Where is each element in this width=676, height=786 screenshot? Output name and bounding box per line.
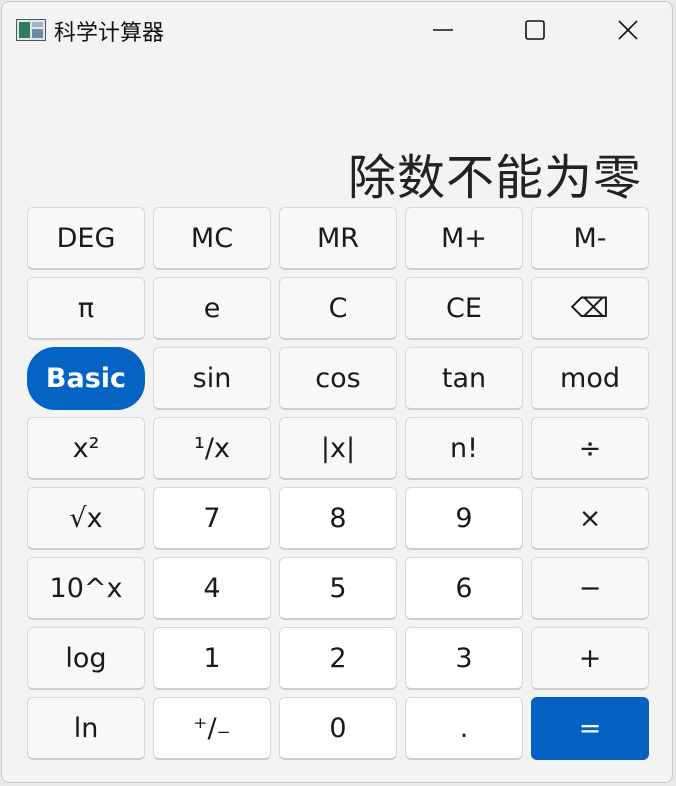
- digit-9-label: 9: [455, 502, 473, 534]
- digit-1-button[interactable]: 1: [153, 627, 271, 690]
- factorial-label: n!: [450, 432, 478, 464]
- subtract-button[interactable]: −: [531, 557, 649, 620]
- digit-0-label: 0: [329, 712, 347, 744]
- log-button[interactable]: log: [27, 627, 145, 690]
- digit-4-label: 4: [203, 572, 221, 604]
- close-icon: [618, 20, 638, 40]
- digit-8-label: 8: [329, 502, 347, 534]
- digit-8-button[interactable]: 8: [279, 487, 397, 550]
- digit-6-button[interactable]: 6: [405, 557, 523, 620]
- clear-label: C: [328, 292, 348, 324]
- digit-7-label: 7: [203, 502, 221, 534]
- negate-button[interactable]: ⁺/₋: [153, 697, 271, 760]
- negate-label: ⁺/₋: [193, 712, 231, 744]
- sqrt-button[interactable]: √x: [27, 487, 145, 550]
- deg-label: DEG: [56, 222, 116, 254]
- digit-3-label: 3: [455, 642, 473, 674]
- digit-6-label: 6: [455, 572, 473, 604]
- digit-4-button[interactable]: 4: [153, 557, 271, 620]
- backspace-button[interactable]: ⌫: [531, 277, 649, 340]
- log-label: log: [65, 642, 107, 674]
- mr-button[interactable]: MR: [279, 207, 397, 270]
- digit-2-button[interactable]: 2: [279, 627, 397, 690]
- square-button[interactable]: x²: [27, 417, 145, 480]
- calculator-window: 科学计算器 除数不能为零 DEG MC MR M+ M-π e C CE ⌫ Basic sin co…: [1, 1, 673, 783]
- mc-button[interactable]: MC: [153, 207, 271, 270]
- maximize-button[interactable]: [512, 10, 558, 50]
- ln-label: ln: [73, 712, 99, 744]
- calculator-app-icon: [16, 19, 46, 41]
- cos-label: cos: [315, 362, 361, 394]
- sqrt-label: √x: [69, 502, 103, 534]
- digit-5-label: 5: [329, 572, 347, 604]
- abs-button[interactable]: |x|: [279, 417, 397, 480]
- reciprocal-label: ¹/x: [194, 432, 230, 464]
- digit-9-button[interactable]: 9: [405, 487, 523, 550]
- reciprocal-button[interactable]: ¹/x: [153, 417, 271, 480]
- clear-entry-button[interactable]: CE: [405, 277, 523, 340]
- digit-3-button[interactable]: 3: [405, 627, 523, 690]
- divide-label: ÷: [578, 432, 602, 464]
- equals-button[interactable]: =: [531, 697, 649, 760]
- m-minus-button[interactable]: M-: [531, 207, 649, 270]
- sin-button[interactable]: sin: [153, 347, 271, 410]
- backspace-label: ⌫: [570, 292, 610, 324]
- digit-7-button[interactable]: 7: [153, 487, 271, 550]
- pi-button[interactable]: π: [27, 277, 145, 340]
- minimize-icon: [433, 29, 453, 31]
- digit-1-label: 1: [203, 642, 221, 674]
- basic-mode-button[interactable]: Basic: [27, 347, 145, 410]
- mod-button[interactable]: mod: [531, 347, 649, 410]
- ln-button[interactable]: ln: [27, 697, 145, 760]
- title-bar[interactable]: 科学计算器: [2, 2, 672, 58]
- close-button[interactable]: [605, 10, 651, 50]
- mc-label: MC: [190, 222, 234, 254]
- abs-label: |x|: [320, 432, 356, 464]
- clear-entry-label: CE: [446, 292, 482, 324]
- pi-label: π: [77, 292, 95, 324]
- e-button[interactable]: e: [153, 277, 271, 340]
- tan-label: tan: [441, 362, 487, 394]
- sin-label: sin: [192, 362, 232, 394]
- basic-mode-label: Basic: [45, 363, 127, 394]
- digit-2-label: 2: [329, 642, 347, 674]
- decimal-label: .: [459, 712, 469, 744]
- equals-label: =: [578, 713, 602, 744]
- window-title: 科学计算器: [54, 21, 165, 46]
- pow10-button[interactable]: 10^x: [27, 557, 145, 620]
- digit-5-button[interactable]: 5: [279, 557, 397, 620]
- m-plus-button[interactable]: M+: [405, 207, 523, 270]
- clear-button[interactable]: C: [279, 277, 397, 340]
- tan-button[interactable]: tan: [405, 347, 523, 410]
- mod-label: mod: [560, 362, 620, 394]
- factorial-button[interactable]: n!: [405, 417, 523, 480]
- digit-0-button[interactable]: 0: [279, 697, 397, 760]
- m-plus-label: M+: [441, 222, 487, 254]
- divide-button[interactable]: ÷: [531, 417, 649, 480]
- decimal-button[interactable]: .: [405, 697, 523, 760]
- multiply-label: ×: [578, 502, 602, 534]
- pow10-label: 10^x: [49, 572, 123, 604]
- multiply-button[interactable]: ×: [531, 487, 649, 550]
- square-label: x²: [72, 432, 100, 464]
- maximize-icon: [525, 20, 545, 40]
- cos-button[interactable]: cos: [279, 347, 397, 410]
- result-display: 除数不能为零: [347, 150, 642, 206]
- add-label: +: [578, 642, 602, 674]
- m-minus-label: M-: [573, 222, 607, 254]
- e-label: e: [203, 292, 221, 324]
- subtract-label: −: [578, 572, 602, 604]
- mr-label: MR: [316, 222, 360, 254]
- deg-button[interactable]: DEG: [27, 207, 145, 270]
- minimize-button[interactable]: [420, 10, 466, 50]
- add-button[interactable]: +: [531, 627, 649, 690]
